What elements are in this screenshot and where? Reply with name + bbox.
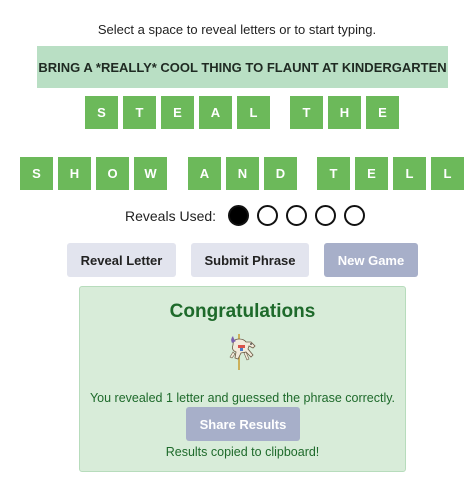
carousel-horse-icon xyxy=(229,334,256,370)
letter-tile[interactable]: E xyxy=(161,96,194,129)
word-the: T H E xyxy=(290,96,399,129)
letter-tile[interactable]: S xyxy=(20,157,53,190)
reveals-label: Reveals Used: xyxy=(125,207,217,224)
letter-tile[interactable]: D xyxy=(264,157,297,190)
letter-tile[interactable]: L xyxy=(431,157,464,190)
letter-tile[interactable]: A xyxy=(188,157,221,190)
reveal-dot xyxy=(257,205,279,226)
letter-tile[interactable]: O xyxy=(96,157,129,190)
letter-tile[interactable]: T xyxy=(123,96,156,129)
share-results-button[interactable]: Share Results xyxy=(186,407,300,441)
reveal-dot xyxy=(286,205,308,226)
letter-tile[interactable]: N xyxy=(226,157,259,190)
letter-tile[interactable]: L xyxy=(393,157,426,190)
letter-tile[interactable]: L xyxy=(237,96,270,129)
reveals-indicator: Reveals Used: xyxy=(125,205,373,226)
letter-tile[interactable]: E xyxy=(366,96,399,129)
reveal-dot xyxy=(344,205,366,226)
letter-tile[interactable]: H xyxy=(328,96,361,129)
instructions-text: Select a space to reveal letters or to s… xyxy=(97,22,377,37)
letter-tile[interactable]: T xyxy=(290,96,323,129)
letter-tile[interactable]: S xyxy=(85,96,118,129)
clue-banner: BRING A *REALLY* COOL THING TO FLAUNT AT… xyxy=(37,46,448,88)
word-steal: S T E A L xyxy=(85,96,270,129)
word-and: A N D xyxy=(188,157,297,190)
new-game-button[interactable]: New Game xyxy=(324,243,418,277)
word-show: S H O W xyxy=(20,157,167,190)
letter-tile[interactable]: T xyxy=(317,157,350,190)
copied-confirmation: Results copied to clipboard! xyxy=(165,445,320,459)
letter-tile[interactable]: H xyxy=(58,157,91,190)
reveal-dot xyxy=(315,205,337,226)
letter-tile[interactable]: E xyxy=(355,157,388,190)
result-title: Congratulations xyxy=(169,301,316,322)
result-panel: Congratulations You revealed 1 letter an… xyxy=(79,286,406,472)
reveal-letter-button[interactable]: Reveal Letter xyxy=(67,243,176,277)
result-message: You revealed 1 letter and guessed the ph… xyxy=(89,391,396,405)
reveal-dot xyxy=(228,205,250,226)
letter-tile[interactable]: A xyxy=(199,96,232,129)
word-tell: T E L L xyxy=(317,157,464,190)
letter-tile[interactable]: W xyxy=(134,157,167,190)
submit-phrase-button[interactable]: Submit Phrase xyxy=(191,243,309,277)
